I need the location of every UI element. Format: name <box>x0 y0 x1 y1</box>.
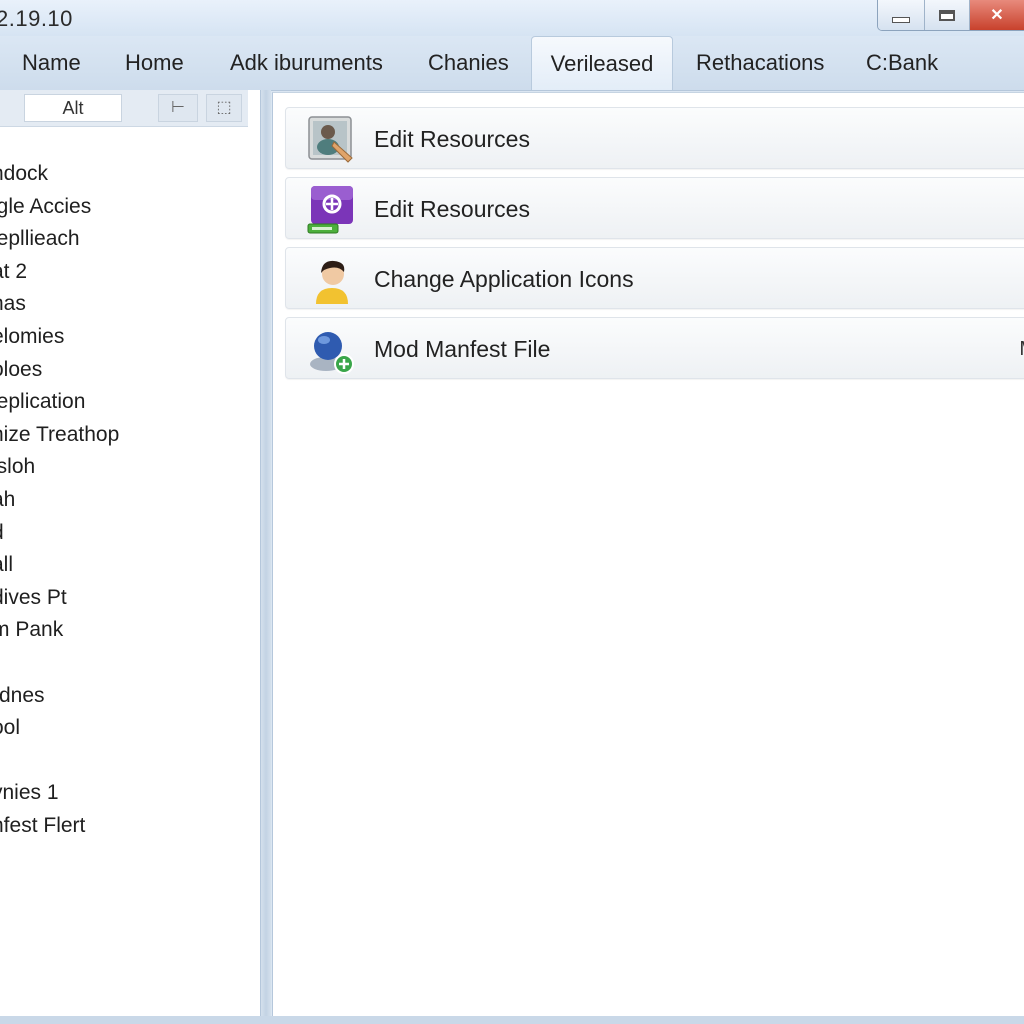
sidebar-toolbar: Alt ⊢ ⬚ <box>0 90 248 127</box>
sidebar-toolbar-button-2[interactable]: ⬚ <box>206 94 242 122</box>
sidebar-item <box>0 749 119 782</box>
tab-home[interactable]: Home <box>125 36 184 90</box>
action-label: Edit Resources <box>374 196 530 222</box>
tab-released[interactable]: Verileased <box>531 36 673 90</box>
sidebar-item[interactable]: lepllieach <box>0 227 119 260</box>
action-label: Edit Resources <box>374 126 530 152</box>
sidebar-toolbar-button-1[interactable]: ⊢ <box>158 94 198 122</box>
sidebar-item[interactable]: t <box>0 651 119 684</box>
title-bar: 2.19.10 ✕ <box>0 0 1024 36</box>
action-edit-resources-2[interactable]: Edit Resources <box>285 177 1024 239</box>
sidebar-item[interactable]: ool <box>0 716 119 749</box>
action-change-application-icons[interactable]: Change Application Icons <box>285 247 1024 309</box>
sidebar-filter-field[interactable]: Alt <box>24 94 122 122</box>
action-label: Change Application Icons <box>374 266 634 292</box>
tab-instruments[interactable]: Adk iburuments <box>230 36 383 90</box>
action-label: Mod Manfest File <box>374 336 551 362</box>
minimize-icon <box>892 17 910 23</box>
sidebar-item[interactable]: dives Pt <box>0 586 119 619</box>
sidebar-item[interactable]: m Pank <box>0 618 119 651</box>
minimize-button[interactable] <box>878 0 924 30</box>
status-strip <box>0 1016 1024 1024</box>
sidebar-item[interactable]: ndock <box>0 162 119 195</box>
sidebar-item[interactable]: nas <box>0 292 119 325</box>
tab-changes[interactable]: Chanies <box>428 36 509 90</box>
sidebar-item[interactable]: ah <box>0 488 119 521</box>
sidebar-item[interactable]: nfest Flert <box>0 814 119 847</box>
purple-resource-icon <box>307 186 353 234</box>
sidebar-item[interactable]: isloh <box>0 455 119 488</box>
sidebar-list: ndock igle Accies lepllieach at 2 nas el… <box>0 162 119 846</box>
sidebar: Alt ⊢ ⬚ ndock igle Accies lepllieach at … <box>0 90 261 1016</box>
action-shortcut: M <box>1019 318 1024 380</box>
action-edit-resources[interactable]: Edit Resources <box>285 107 1024 169</box>
window-controls: ✕ <box>877 0 1024 31</box>
sidebar-item[interactable]: rdnes <box>0 684 119 717</box>
sidebar-item[interactable]: ynies 1 <box>0 781 119 814</box>
user-avatar-icon <box>316 260 348 304</box>
close-icon: ✕ <box>990 7 1004 24</box>
action-mod-manifest-file[interactable]: Mod Manfest File M <box>285 317 1024 379</box>
close-button[interactable]: ✕ <box>969 0 1024 30</box>
sidebar-item[interactable]: igle Accies <box>0 195 119 228</box>
sidebar-item[interactable]: at 2 <box>0 260 119 293</box>
tab-bank[interactable]: C:Bank <box>866 36 938 90</box>
globe-user-icon <box>310 332 354 374</box>
sidebar-item[interactable]: elomies <box>0 325 119 358</box>
tab-relocations[interactable]: Rethacations <box>696 36 824 90</box>
maximize-icon <box>939 9 955 21</box>
photo-resources-icon <box>308 116 353 163</box>
sidebar-item[interactable]: all <box>0 553 119 586</box>
sidebar-item[interactable]: nize Treathop <box>0 423 119 456</box>
sidebar-item[interactable]: d <box>0 521 119 554</box>
menu-bar: Name Home Adk iburuments Chanies Verilea… <box>0 36 1024 91</box>
sidebar-item[interactable]: oloes <box>0 358 119 391</box>
sidebar-item[interactable]: leplication <box>0 390 119 423</box>
tab-name[interactable]: Name <box>22 36 81 90</box>
panel-splitter[interactable] <box>261 90 271 1024</box>
window-title: 2.19.10 <box>0 6 73 31</box>
maximize-button[interactable] <box>924 0 969 30</box>
actions-panel: Edit Resources Edit Resources Change App… <box>272 92 1024 1017</box>
